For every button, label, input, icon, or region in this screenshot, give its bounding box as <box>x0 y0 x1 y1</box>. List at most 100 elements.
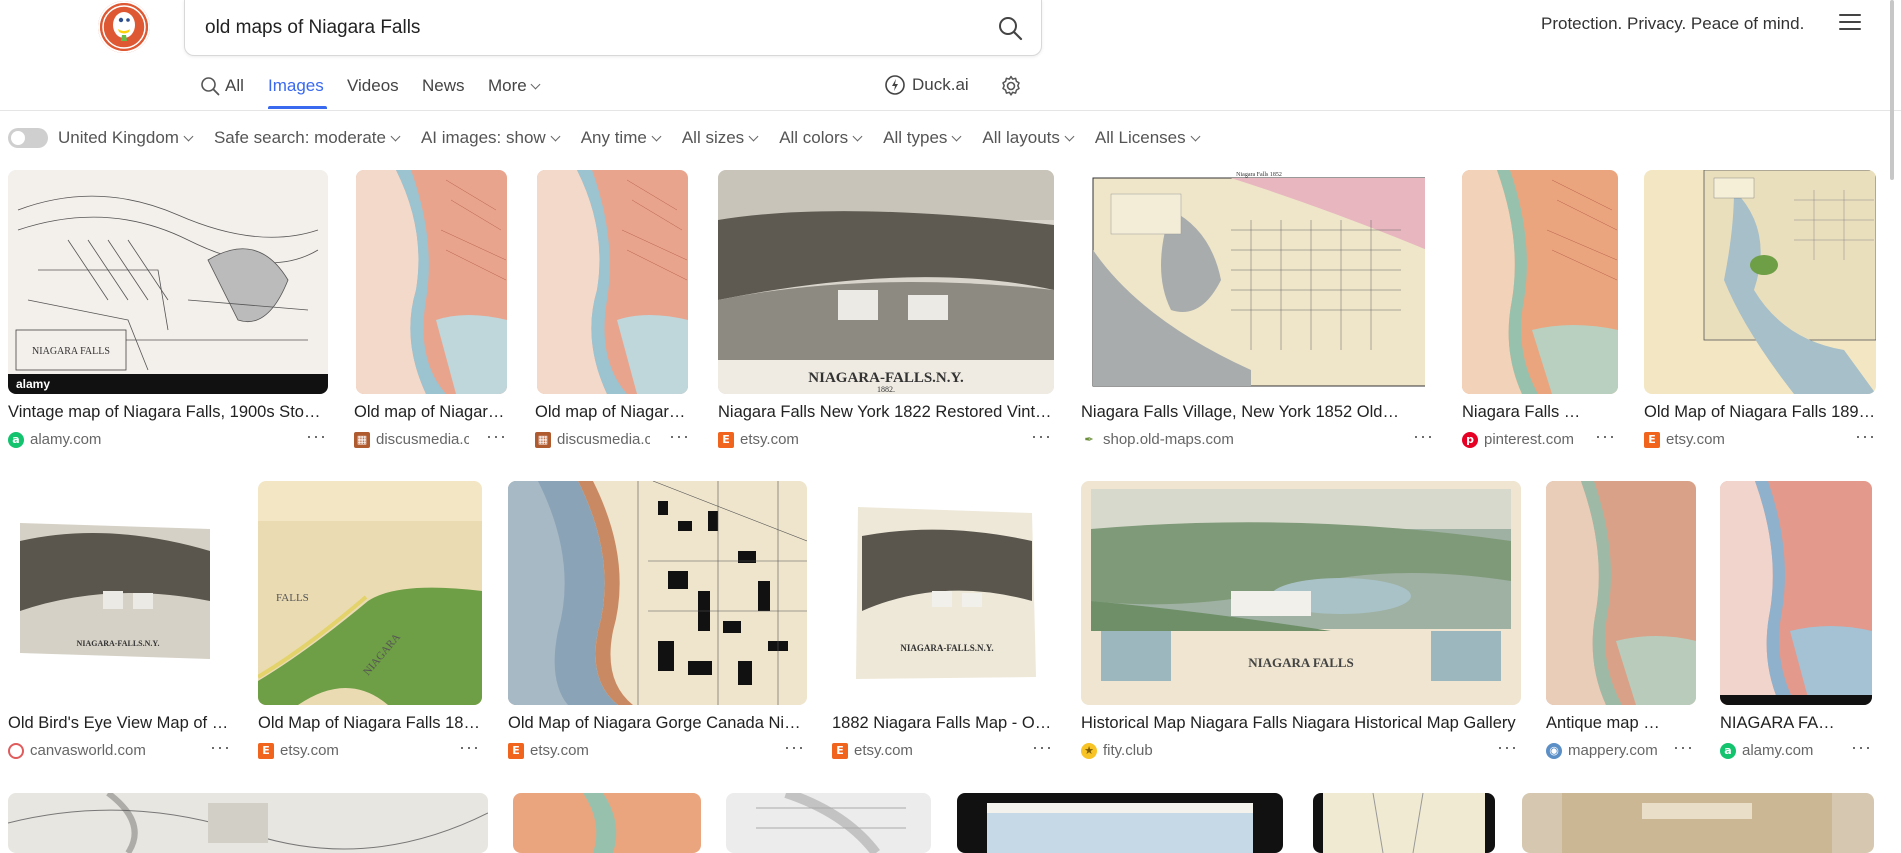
result-thumbnail[interactable]: NIAGARA-FALLS.N.Y. <box>832 481 1062 705</box>
more-options-icon[interactable]: ··· <box>486 426 507 447</box>
result-source[interactable]: p pinterest.com <box>1462 431 1584 448</box>
result-title[interactable]: Niagara Falls New York 1822 Restored Vin… <box>718 403 1054 422</box>
result-title[interactable]: NIAGARA FALLS antique map <box>1720 714 1842 733</box>
result-thumbnail[interactable] <box>537 170 688 394</box>
result-thumbnail[interactable] <box>8 793 488 853</box>
region-toggle[interactable] <box>8 128 48 148</box>
size-filter[interactable]: All sizes <box>682 128 759 148</box>
result-thumbnail[interactable] <box>1720 481 1872 705</box>
more-options-icon[interactable]: ··· <box>1413 426 1434 447</box>
result-source[interactable]: ◉ mappery.com <box>1546 742 1664 759</box>
page-scrollbar[interactable] <box>1890 0 1894 180</box>
result-thumbnail[interactable] <box>508 481 807 705</box>
chevron-down-icon <box>951 131 962 141</box>
more-options-icon[interactable]: ··· <box>1855 426 1876 447</box>
safe-search-label: Safe search: moderate <box>213 128 386 147</box>
result-thumbnail[interactable]: NIAGARA-FALLS.N.Y. 1882. <box>718 170 1054 394</box>
settings-button[interactable] <box>999 74 1023 98</box>
result-source[interactable]: a alamy.com <box>8 431 288 448</box>
result-thumbnail[interactable] <box>1462 170 1618 394</box>
region-filter[interactable]: United Kingdom <box>58 128 194 148</box>
discusmedia-favicon: ▦ <box>354 431 370 448</box>
license-filter-label: All Licenses <box>1094 128 1186 147</box>
source-domain: mappery.com <box>1568 742 1658 759</box>
result-thumbnail[interactable]: FALLS NIAGARA <box>258 481 482 705</box>
color-filter[interactable]: All colors <box>779 128 863 148</box>
more-options-icon[interactable]: ··· <box>1673 737 1694 758</box>
more-options-icon[interactable]: ··· <box>1497 737 1518 758</box>
result-source[interactable]: Eetsy.com <box>1644 431 1824 448</box>
more-options-icon[interactable]: ··· <box>306 426 327 447</box>
result-title[interactable]: 1882 Niagara Falls Map - Old Map <box>832 714 1054 733</box>
result-thumbnail[interactable] <box>356 170 507 394</box>
result-thumbnail[interactable]: Niagara Falls 1852 <box>1081 170 1425 394</box>
hamburger-menu-icon[interactable] <box>1839 14 1861 34</box>
thumb-title-text: NIAGARA-FALLS.N.Y. <box>900 643 993 653</box>
result-source[interactable]: ★ fity.club <box>1081 742 1461 759</box>
result-thumbnail[interactable] <box>1644 170 1876 394</box>
result-title[interactable]: Niagara Falls Map ... <box>1462 403 1586 422</box>
thumb-label-text: FALLS <box>276 592 309 604</box>
tab-images-label: Images <box>268 76 324 95</box>
result-thumbnail[interactable] <box>1522 793 1874 853</box>
source-domain: etsy.com <box>740 431 799 448</box>
tab-all[interactable]: All <box>200 76 244 96</box>
ai-images-filter[interactable]: AI images: show <box>421 128 561 148</box>
star-favicon: ★ <box>1081 742 1097 759</box>
time-filter[interactable]: Any time <box>581 128 662 148</box>
result-source[interactable]: ▦ discusmedia.com <box>535 431 650 448</box>
tab-images[interactable]: Images <box>268 76 324 96</box>
result-thumbnail[interactable] <box>726 793 931 853</box>
result-title[interactable]: Antique map of Niagara Falls <box>1546 714 1666 733</box>
canvasworld-favicon <box>8 742 24 759</box>
license-filter[interactable]: All Licenses <box>1094 128 1201 148</box>
result-thumbnail[interactable]: NIAGARA FALLS alamy <box>8 170 328 394</box>
more-options-icon[interactable]: ··· <box>1851 737 1872 758</box>
result-source[interactable]: Eetsy.com <box>718 431 998 448</box>
result-source[interactable]: a alamy.com <box>1720 742 1840 759</box>
result-thumbnail[interactable] <box>957 793 1283 853</box>
more-options-icon[interactable]: ··· <box>1595 426 1616 447</box>
result-title[interactable]: Historical Map Niagara Falls Niagara His… <box>1081 714 1521 733</box>
result-title[interactable]: Old map of Niagara Falls <box>354 403 509 422</box>
duckduckgo-logo[interactable] <box>98 1 150 53</box>
result-source[interactable]: Eetsy.com <box>832 742 1022 759</box>
result-thumbnail[interactable] <box>513 793 701 853</box>
result-source[interactable]: Eetsy.com <box>508 742 768 759</box>
result-thumbnail[interactable]: NIAGARA FALLS <box>1081 481 1521 705</box>
type-filter-label: All types <box>883 128 948 147</box>
type-filter[interactable]: All types <box>883 128 962 148</box>
result-title[interactable]: Old Bird's Eye View Map of Niagara Falls <box>8 714 230 733</box>
result-source[interactable]: ✒ shop.old-maps.com <box>1081 431 1361 448</box>
tab-more[interactable]: More <box>488 76 541 96</box>
search-icon[interactable] <box>997 15 1023 41</box>
more-options-icon[interactable]: ··· <box>210 737 231 758</box>
result-thumbnail[interactable]: NIAGARA-FALLS.N.Y. <box>8 481 230 705</box>
result-source[interactable]: Eetsy.com <box>258 742 438 759</box>
more-options-icon[interactable]: ··· <box>784 737 805 758</box>
result-title[interactable]: Niagara Falls Village, New York 1852 Old… <box>1081 403 1401 422</box>
tab-videos[interactable]: Videos <box>347 76 399 96</box>
duckai-link[interactable]: Duck.ai <box>884 74 969 96</box>
result-title[interactable]: Vintage map of Niagara Falls, 1900s Stoc… <box>8 403 328 422</box>
mappery-favicon: ◉ <box>1546 742 1562 759</box>
safe-search-filter[interactable]: Safe search: moderate <box>213 128 401 148</box>
search-input[interactable] <box>205 16 965 40</box>
result-title[interactable]: Old Map of Niagara Falls 1893 Map <box>258 714 482 733</box>
tab-news[interactable]: News <box>422 76 465 96</box>
more-options-icon[interactable]: ··· <box>669 426 690 447</box>
more-options-icon[interactable]: ··· <box>1032 737 1053 758</box>
result-source[interactable]: canvasworld.com <box>8 742 198 759</box>
result-thumbnail[interactable] <box>1546 481 1696 705</box>
more-options-icon[interactable]: ··· <box>459 737 480 758</box>
result-title[interactable]: Old Map of Niagara Falls 1893 Map <box>1644 403 1876 422</box>
layout-filter[interactable]: All layouts <box>982 128 1075 148</box>
result-title[interactable]: Old Map of Niagara Gorge Canada Niagara … <box>508 714 807 733</box>
more-options-icon[interactable]: ··· <box>1031 426 1052 447</box>
search-icon <box>201 77 220 96</box>
result-source[interactable]: ▦ discusmedia.com <box>354 431 469 448</box>
old-maps-favicon: ✒ <box>1081 431 1097 448</box>
tab-news-label: News <box>422 76 465 95</box>
result-title[interactable]: Old map of Niagara Falls <box>535 403 690 422</box>
result-thumbnail[interactable] <box>1313 793 1495 853</box>
